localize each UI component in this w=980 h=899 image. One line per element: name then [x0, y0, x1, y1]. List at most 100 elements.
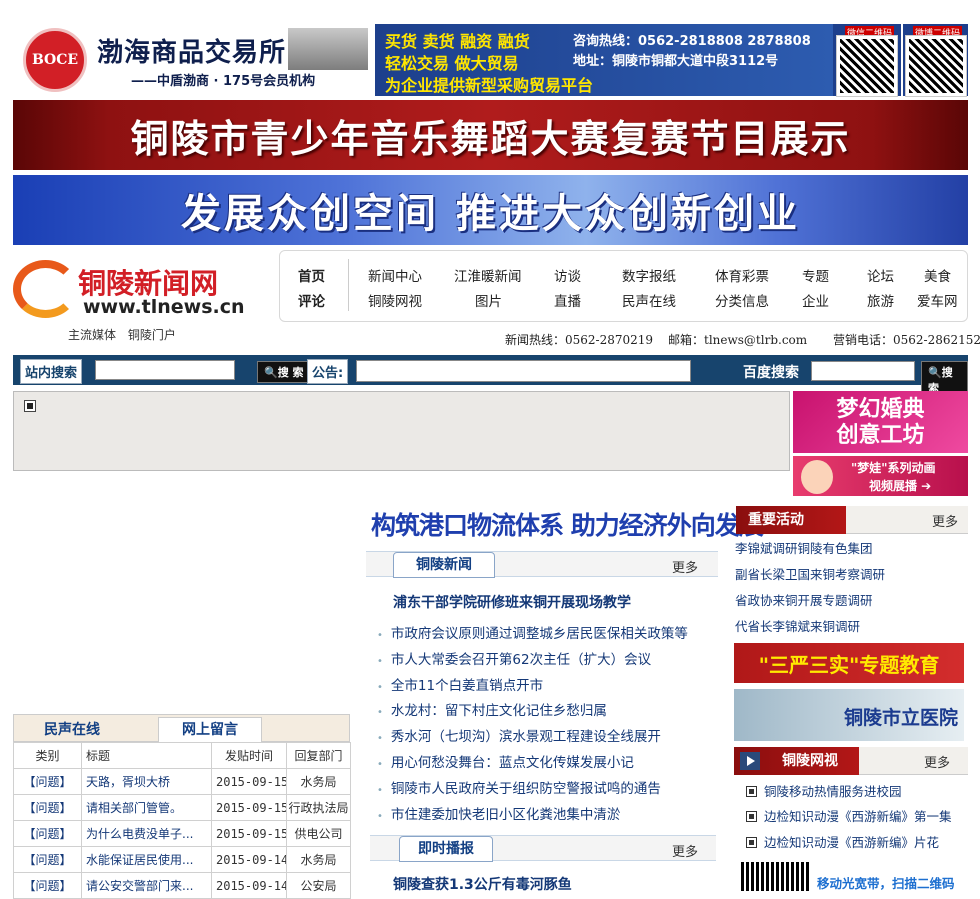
- event-item[interactable]: 代省长李锦斌来铜调研: [735, 616, 860, 635]
- news-item[interactable]: 铜陵市人民政府关于组织防空警报试鸣的通告: [377, 777, 661, 797]
- nav-item[interactable]: 新闻中心: [368, 265, 422, 285]
- nav-item[interactable]: 图片: [475, 290, 502, 310]
- baidu-search-input[interactable]: [811, 361, 915, 381]
- ad-slogan-3: 为企业提供新型采购贸易平台: [385, 76, 594, 95]
- sanyan-banner[interactable]: "三严三实"专题教育: [734, 643, 964, 683]
- table-row[interactable]: 【问题】 请相关部门管管。 2015-09-15 行政执法局: [13, 794, 351, 821]
- notice-label: 公告:: [307, 359, 349, 384]
- cell-dept: 水务局: [286, 846, 351, 873]
- search-icon: 🔍: [264, 366, 278, 379]
- nav-comment[interactable]: 评论: [298, 290, 325, 310]
- key-events-header: 重要活动 更多: [736, 506, 968, 534]
- cell-time: 2015-09-15: [211, 794, 287, 821]
- site-search-label: 站内搜索: [20, 359, 83, 384]
- site-slogan: 主流媒体 铜陵门户: [68, 328, 176, 342]
- news-item[interactable]: 用心何愁没舞台：蓝点文化传媒发展小记: [377, 751, 634, 771]
- cell-dept: 行政执法局: [286, 794, 351, 821]
- event-item[interactable]: 李锦斌调研铜陵有色集团: [735, 538, 873, 557]
- tab-tongling-news[interactable]: 铜陵新闻: [393, 552, 495, 578]
- news-lead[interactable]: 浦东干部学院研修班来铜开展现场教学: [393, 592, 631, 612]
- cell-category: 【问题】: [13, 794, 82, 821]
- video-item[interactable]: 边检知识动漫《西游新编》第一集: [746, 806, 952, 825]
- hospital-banner[interactable]: 铜陵市立医院: [734, 689, 964, 741]
- cell-title[interactable]: 天路，胥坝大桥: [81, 768, 212, 795]
- nav-item[interactable]: 爱车网: [917, 290, 958, 310]
- news-item[interactable]: 市住建委加快老旧小区化粪池集中清淤: [377, 803, 621, 823]
- nav-item[interactable]: 美食: [924, 265, 951, 285]
- mobile-ad-text: 移动光宽带，扫描二维码: [817, 876, 955, 891]
- nav-item[interactable]: 体育彩票: [715, 265, 769, 285]
- nav-item[interactable]: 访谈: [554, 265, 581, 285]
- top-advertisement[interactable]: BOCE 渤海商品交易所 ——中盾渤商 · 175号会员机构 买货 卖货 融资 …: [13, 24, 968, 97]
- nav-item[interactable]: 分类信息: [715, 290, 769, 310]
- event-item[interactable]: 副省长梁卫国来铜考察调研: [735, 564, 885, 583]
- nav-item[interactable]: 直播: [554, 290, 581, 310]
- col-title: 标题: [81, 742, 212, 769]
- headline-link[interactable]: 构筑港口物流体系 助力经济外向发展: [371, 506, 764, 542]
- more-link[interactable]: 更多: [932, 511, 958, 530]
- more-link[interactable]: 更多: [672, 557, 698, 576]
- event-item[interactable]: 省政协来铜开展专题调研: [735, 590, 873, 609]
- tab-online-message[interactable]: 网上留言: [158, 717, 262, 743]
- news-item[interactable]: 秀水河（七坝沟）滨水景观工程建设全线展开: [377, 725, 661, 745]
- email: 邮箱：tlnews@tlrb.com: [668, 333, 808, 347]
- qr-wechat[interactable]: 微信二维码: [833, 24, 901, 97]
- wedding-ad-text: 梦幻婚典 创意工坊: [836, 396, 925, 448]
- nav-item[interactable]: 江淮暖新闻: [454, 265, 522, 285]
- boce-ad[interactable]: BOCE 渤海商品交易所 ——中盾渤商 · 175号会员机构: [13, 24, 375, 96]
- boce-logo: BOCE: [23, 28, 87, 92]
- table-row[interactable]: 【问题】 天路，胥坝大桥 2015-09-15 水务局: [13, 768, 351, 795]
- music-dance-banner[interactable]: 铜陵市青少年音乐舞蹈大赛复赛节目展示: [13, 100, 968, 170]
- cell-dept: 公安局: [286, 872, 351, 899]
- news-item[interactable]: 市人大常委会召开第62次主任（扩大）会议: [377, 648, 651, 668]
- cell-title[interactable]: 请公安交警部门来...: [81, 872, 212, 899]
- tab-voice-online[interactable]: 民声在线: [44, 719, 100, 739]
- nav-item[interactable]: 旅游: [867, 290, 894, 310]
- nav-item[interactable]: 企业: [802, 290, 829, 310]
- nav-item[interactable]: 铜陵网视: [368, 290, 422, 310]
- more-link[interactable]: 更多: [924, 752, 950, 771]
- sales-phone: 营销电话：0562-2862152: [833, 333, 980, 347]
- site-search-input[interactable]: [95, 360, 235, 380]
- news-item[interactable]: 市政府会议原则通过调整城乡居民医保相关政策等: [377, 622, 688, 642]
- innovation-banner[interactable]: 发展众创空间 推进大众创新创业: [13, 175, 968, 245]
- video-item[interactable]: 铜陵移动热情服务进校园: [746, 781, 902, 800]
- instant-lead[interactable]: 铜陵查获1.3公斤有毒河豚鱼: [393, 874, 572, 894]
- flash-placeholder[interactable]: [13, 391, 790, 471]
- cell-title[interactable]: 水能保证居民使用...: [81, 846, 212, 873]
- wedding-ad[interactable]: 梦幻婚典 创意工坊: [793, 391, 968, 453]
- cell-dept: 供电公司: [286, 820, 351, 847]
- video-item[interactable]: 边检知识动漫《西游新编》片花: [746, 832, 939, 851]
- table-row[interactable]: 【问题】 水能保证居民使用... 2015-09-14 水务局: [13, 846, 351, 873]
- voice-table: 类别 标题 发贴时间 回复部门 【问题】 天路，胥坝大桥 2015-09-15 …: [13, 742, 351, 899]
- news-hotline: 新闻热线：0562-2870219: [505, 333, 654, 347]
- sanyan-text: "三严三实"专题教育: [758, 652, 940, 677]
- nav-item[interactable]: 数字报纸: [622, 265, 676, 285]
- cell-title[interactable]: 请相关部门管管。: [81, 794, 212, 821]
- tab-instant-news[interactable]: 即时播报: [399, 836, 493, 862]
- tongling-news-header: 铜陵新闻 更多: [366, 551, 718, 578]
- notice-ticker[interactable]: [356, 360, 691, 382]
- news-item[interactable]: 全市11个白姜直销点开市: [377, 674, 543, 694]
- more-link[interactable]: 更多: [672, 841, 698, 860]
- instant-news-header: 即时播报 更多: [370, 835, 716, 862]
- nav-home[interactable]: 首页: [298, 265, 325, 285]
- site-search-button[interactable]: 🔍搜 索: [257, 361, 311, 383]
- nav-item[interactable]: 专题: [802, 265, 829, 285]
- nav-item[interactable]: 论坛: [867, 265, 894, 285]
- blue-trade-ad[interactable]: 买货 卖货 融资 融货 轻松交易 做大贸易 为企业提供新型采购贸易平台 咨询热线…: [375, 24, 833, 96]
- nav-item[interactable]: 民声在线: [622, 290, 676, 310]
- table-row[interactable]: 【问题】 为什么电费没单子... 2015-09-15 供电公司: [13, 820, 351, 847]
- table-row[interactable]: 【问题】 请公安交警部门来... 2015-09-14 公安局: [13, 872, 351, 899]
- site-logo[interactable]: 铜陵新闻网 www.tlnews.cn: [13, 258, 263, 320]
- search-icon: 🔍: [928, 366, 942, 379]
- nav-divider: [348, 259, 349, 311]
- news-item[interactable]: 水龙村：留下村庄文化记住乡愁归属: [377, 699, 607, 719]
- cell-dept: 水务局: [286, 768, 351, 795]
- mengwa-ad[interactable]: "梦娃"系列动画 视频展播 ➔: [793, 456, 968, 496]
- mobile-broadband-ad[interactable]: 移动光宽带，扫描二维码: [737, 858, 965, 891]
- cell-title[interactable]: 为什么电费没单子...: [81, 820, 212, 847]
- banner-text: 铜陵市青少年音乐舞蹈大赛复赛节目展示: [130, 115, 851, 161]
- qr-weibo[interactable]: 微博二维码: [903, 24, 968, 97]
- voice-online-header: 民声在线 网上留言: [13, 714, 350, 743]
